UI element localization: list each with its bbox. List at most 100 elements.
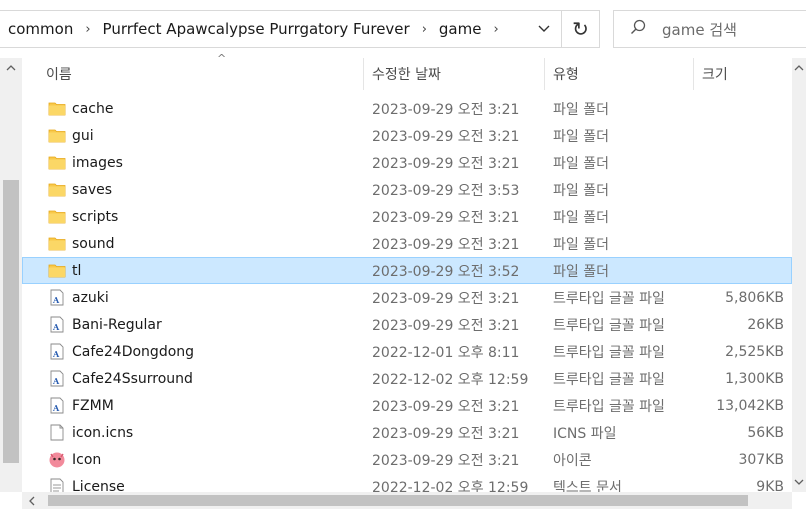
text-icon — [48, 478, 66, 493]
file-row[interactable]: icon.icns 2023-09-29 오전 3:21 ICNS 파일 56KB — [22, 419, 792, 446]
refresh-button[interactable]: ↻ — [562, 10, 600, 48]
file-date: 2023-09-29 오전 3:21 — [372, 236, 520, 253]
file-name: Cafe24Ssurround — [72, 370, 193, 387]
file-size — [694, 95, 784, 122]
scroll-up-icon[interactable] — [0, 60, 22, 76]
file-name: Bani-Regular — [72, 316, 162, 333]
file-type: 파일 폴더 — [553, 182, 609, 199]
font-icon: A — [48, 343, 66, 360]
column-header: ^ 이름 수정한 날짜 유형 크기 — [22, 52, 784, 90]
search-icon — [614, 19, 662, 40]
file-date: 2023-09-29 오전 3:52 — [372, 263, 520, 280]
file-row[interactable]: A Bani-Regular 2023-09-29 오전 3:21 트루타입 글꼴 파… — [22, 311, 792, 338]
file-size: 13,042KB — [716, 397, 784, 414]
font-icon: A — [48, 370, 66, 387]
breadcrumb[interactable]: common › Purrfect Apawcalypse Purrgatory… — [0, 10, 562, 48]
scroll-down-icon[interactable] — [792, 474, 806, 490]
file-row[interactable]: sound 2023-09-29 오전 3:21 파일 폴더 — [22, 230, 792, 257]
file-size: 5,806KB — [725, 289, 784, 306]
file-size — [694, 257, 784, 284]
file-type: 파일 폴더 — [553, 236, 609, 253]
file-name: images — [72, 154, 123, 171]
file-date: 2023-09-29 오전 3:21 — [372, 209, 520, 226]
address-history-dropdown-icon[interactable] — [527, 11, 561, 47]
file-name: cache — [72, 100, 114, 117]
file-row[interactable]: images 2023-09-29 오전 3:21 파일 폴더 — [22, 149, 792, 176]
file-date: 2023-09-29 오전 3:21 — [372, 128, 520, 145]
horizontal-scrollbar-thumb[interactable] — [48, 495, 748, 506]
file-date: 2023-09-29 오전 3:53 — [372, 182, 520, 199]
breadcrumb-chevron-icon[interactable]: › — [412, 22, 437, 37]
search-placeholder[interactable]: game 검색 — [662, 19, 737, 40]
refresh-icon: ↻ — [572, 17, 589, 41]
file-size: 2,525KB — [725, 343, 784, 360]
column-header-size[interactable]: 크기 — [702, 58, 728, 90]
file-row[interactable]: gui 2023-09-29 오전 3:21 파일 폴더 — [22, 122, 792, 149]
file-date: 2023-09-29 오전 3:21 — [372, 290, 520, 307]
file-row[interactable]: A Cafe24Dongdong 2022-12-01 오후 8:11 트루타입 글꼴… — [22, 338, 792, 365]
breadcrumb-chevron-icon[interactable]: › — [75, 22, 100, 37]
breadcrumb-game[interactable]: game — [437, 20, 484, 38]
scroll-left-icon[interactable] — [24, 492, 40, 509]
breadcrumb-chevron-icon[interactable]: › — [483, 22, 508, 37]
file-row[interactable]: saves 2023-09-29 오전 3:53 파일 폴더 — [22, 176, 792, 203]
file-row[interactable]: A FZMM 2023-09-29 오전 3:21 트루타입 글꼴 파일 13,042K… — [22, 392, 792, 419]
file-row[interactable]: scripts 2023-09-29 오전 3:21 파일 폴더 — [22, 203, 792, 230]
file-type: 파일 폴더 — [553, 101, 609, 118]
sort-ascending-icon: ^ — [217, 52, 227, 65]
address-bar: common › Purrfect Apawcalypse Purrgatory… — [0, 0, 806, 58]
file-type: ICNS 파일 — [553, 425, 617, 442]
svg-text:A: A — [52, 349, 60, 359]
file-date: 2023-09-29 오전 3:21 — [372, 101, 520, 118]
file-size — [694, 122, 784, 149]
file-name: azuki — [72, 289, 109, 306]
scroll-up-icon[interactable] — [792, 60, 806, 76]
file-type: 트루타입 글꼴 파일 — [553, 371, 665, 388]
file-type: 파일 폴더 — [553, 128, 609, 145]
svg-text:A: A — [52, 403, 60, 413]
file-row[interactable]: License 2022-12-02 오후 12:59 텍스트 문서 9KB — [22, 473, 792, 493]
column-header-date[interactable]: 수정한 날짜 — [372, 58, 441, 90]
file-row[interactable]: Icon 2023-09-29 오전 3:21 아이콘 307KB — [22, 446, 792, 473]
horizontal-scrollbar[interactable] — [22, 492, 792, 509]
file-date: 2023-09-29 오전 3:21 — [372, 398, 520, 415]
folder-icon — [48, 154, 66, 171]
search-box[interactable]: game 검색 — [613, 10, 806, 48]
folder-icon — [48, 127, 66, 144]
column-divider[interactable] — [363, 58, 364, 90]
file-type: 트루타입 글꼴 파일 — [553, 398, 665, 415]
svg-text:A: A — [52, 322, 60, 332]
file-row[interactable]: A Cafe24Ssurround 2022-12-02 오후 12:59 트루타입 … — [22, 365, 792, 392]
file-name: sound — [72, 235, 115, 252]
file-date: 2023-09-29 오전 3:21 — [372, 317, 520, 334]
column-header-name[interactable]: 이름 — [46, 58, 72, 90]
file-name: Cafe24Dongdong — [72, 343, 195, 360]
file-row[interactable]: tl 2023-09-29 오전 3:52 파일 폴더 — [22, 257, 792, 284]
file-name: saves — [72, 181, 113, 198]
scrollbar-thumb[interactable] — [3, 180, 19, 463]
file-name: scripts — [72, 208, 119, 225]
column-divider[interactable] — [693, 58, 694, 90]
file-icon — [48, 424, 66, 441]
breadcrumb-purrfect[interactable]: Purrfect Apawcalypse Purrgatory Furever — [101, 20, 412, 38]
file-list: cache 2023-09-29 오전 3:21 파일 폴더 gui 2023-09-2… — [22, 95, 792, 493]
folder-icon — [48, 262, 66, 279]
app-icon-icon — [48, 451, 66, 468]
font-icon: A — [48, 289, 66, 306]
file-type: 트루타입 글꼴 파일 — [553, 344, 665, 361]
file-size: 26KB — [747, 316, 784, 333]
file-size: 56KB — [747, 424, 784, 441]
file-row[interactable]: Aazuki 2023-09-29 오전 3:21 트루타입 글꼴 파일 5,806K… — [22, 284, 792, 311]
file-date: 2022-12-02 오후 12:59 — [372, 479, 529, 494]
left-pane-scrollbar[interactable] — [0, 58, 22, 492]
column-divider[interactable] — [544, 58, 545, 90]
file-size — [694, 203, 784, 230]
file-name: icon.icns — [72, 424, 134, 441]
file-type: 아이콘 — [553, 452, 592, 469]
file-list-scrollbar[interactable] — [792, 58, 806, 492]
file-size — [694, 176, 784, 203]
file-name: License — [72, 478, 125, 494]
column-header-type[interactable]: 유형 — [553, 58, 579, 90]
breadcrumb-common[interactable]: common — [6, 20, 75, 38]
file-row[interactable]: cache 2023-09-29 오전 3:21 파일 폴더 — [22, 95, 792, 122]
